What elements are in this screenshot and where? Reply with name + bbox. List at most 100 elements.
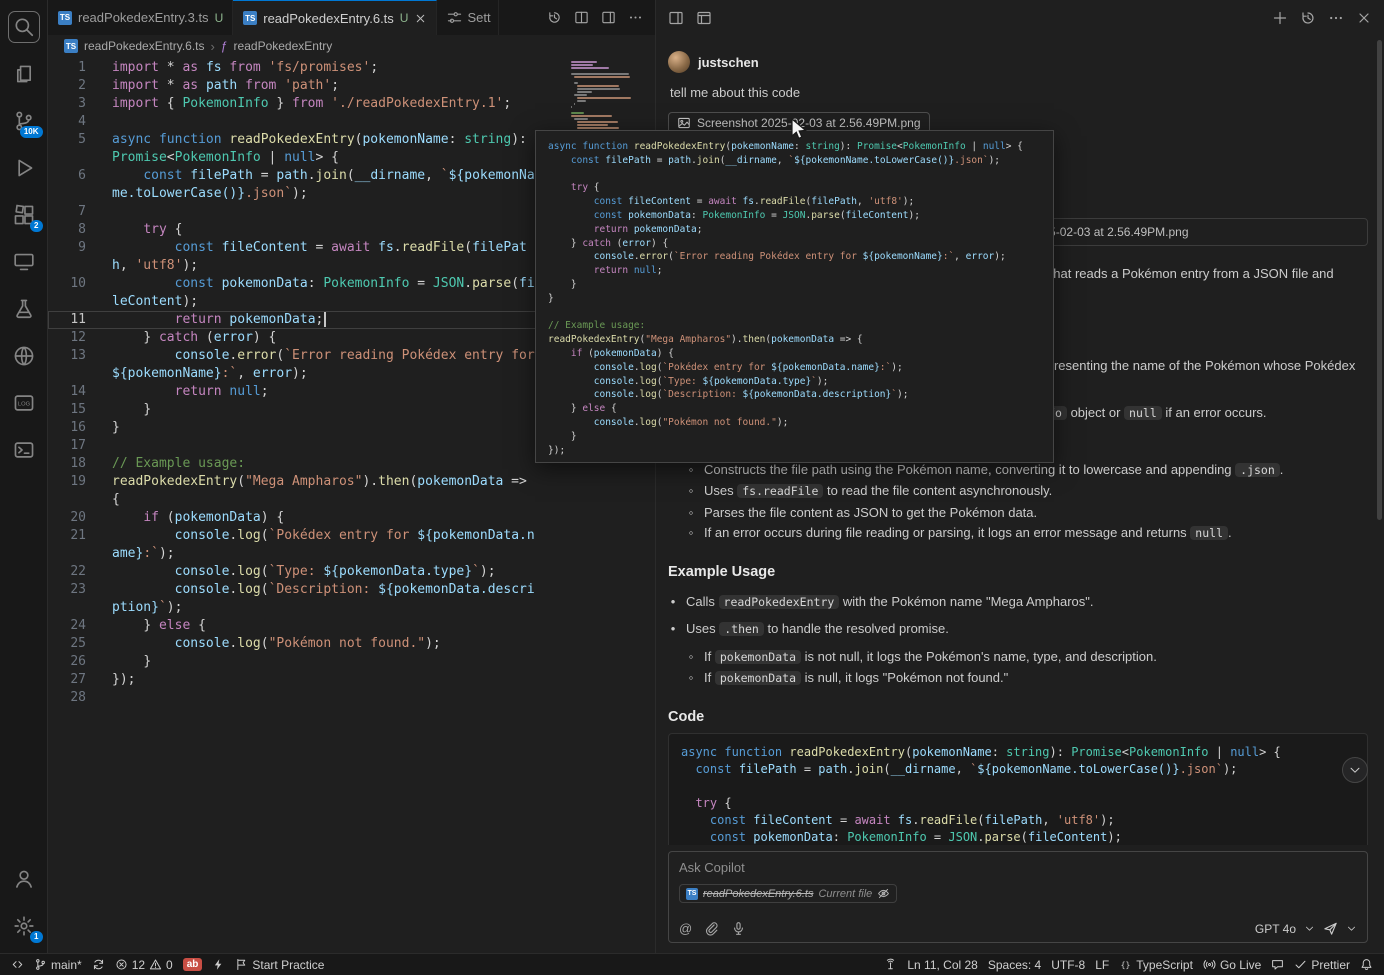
status-sync[interactable] bbox=[87, 954, 110, 975]
code-line-14[interactable]: 14 return null; bbox=[48, 383, 542, 401]
status-remote-indicator[interactable] bbox=[6, 954, 29, 975]
code-line-17[interactable]: 17 bbox=[48, 437, 542, 455]
code-line-7[interactable]: 7 bbox=[48, 203, 542, 221]
editor-action-history-icon[interactable] bbox=[547, 10, 562, 25]
code-line-25[interactable]: 25 console.log("Pokémon not found."); bbox=[48, 635, 542, 653]
activity-bar-item-ext[interactable]: 2 bbox=[2, 191, 46, 238]
status-ab-badge[interactable]: ab bbox=[178, 954, 208, 975]
chat-input-box[interactable]: Ask Copilot TS readPokedexEntry.6.ts Cur… bbox=[668, 851, 1368, 943]
response-bullet: •Uses .then to handle the resolved promi… bbox=[668, 619, 1368, 640]
chat-input-placeholder[interactable]: Ask Copilot bbox=[679, 860, 1357, 875]
line-content bbox=[110, 437, 540, 455]
chat-header-right bbox=[1272, 10, 1372, 26]
status-encoding[interactable]: UTF-8 bbox=[1046, 954, 1090, 975]
code-line-28[interactable]: 28 bbox=[48, 689, 542, 707]
breadcrumb-symbol[interactable]: readPokedexEntry bbox=[234, 39, 333, 53]
code-line-22[interactable]: 22 console.log(`Type: ${pokemonData.type… bbox=[48, 563, 542, 581]
status-feedback[interactable] bbox=[1266, 954, 1289, 975]
code-line-5[interactable]: 5async function readPokedexEntry(pokemon… bbox=[48, 131, 542, 167]
response-example-bullets: •Calls readPokedexEntry with the Pokémon… bbox=[668, 592, 1368, 689]
code-line-23[interactable]: 23 console.log(`Description: ${pokemonDa… bbox=[48, 581, 542, 617]
status-notifications[interactable] bbox=[1355, 954, 1378, 975]
send-button[interactable] bbox=[1323, 921, 1338, 936]
status-start-practice[interactable]: Start Practice bbox=[230, 954, 329, 975]
tab-settings[interactable]: Sett bbox=[437, 0, 499, 35]
code-line-6[interactable]: 6 const filePath = path.join(__dirname, … bbox=[48, 167, 542, 203]
close-tab-icon[interactable] bbox=[414, 12, 427, 25]
tab-readPokedexEntry.6.ts[interactable]: TSreadPokedexEntry.6.tsU bbox=[233, 0, 437, 35]
chat-layout-icon[interactable] bbox=[668, 10, 684, 26]
status-eol[interactable]: LF bbox=[1090, 954, 1114, 975]
activity-bar-item-termbox[interactable] bbox=[2, 426, 46, 473]
line-content: } else { bbox=[110, 617, 540, 635]
code-line-16[interactable]: 16} bbox=[48, 419, 542, 437]
code-line-27[interactable]: 27}); bbox=[48, 671, 542, 689]
attach-file-button[interactable] bbox=[704, 921, 719, 936]
code-line-9[interactable]: 9 const fileContent = await fs.readFile(… bbox=[48, 239, 542, 275]
activity-bar-item-gear[interactable]: 1 bbox=[2, 902, 46, 949]
activity-bar-item-logbox[interactable]: LOG bbox=[2, 379, 46, 426]
voice-input-button[interactable] bbox=[731, 921, 746, 936]
response-code-block[interactable]: async function readPokedexEntry(pokemonN… bbox=[668, 733, 1368, 845]
status-git-branch[interactable]: main* bbox=[29, 954, 87, 975]
editor-action-layout-icon[interactable] bbox=[601, 10, 616, 25]
code-line-10[interactable]: 10 const pokemonData: PokemonInfo = JSON… bbox=[48, 275, 542, 311]
code-line-3[interactable]: 3import { PokemonInfo } from './readPoke… bbox=[48, 95, 542, 113]
chevron-down-icon[interactable] bbox=[1304, 923, 1315, 934]
scroll-to-bottom-button[interactable] bbox=[1342, 757, 1368, 783]
code-line-11[interactable]: 11 return pokemonData; bbox=[48, 311, 542, 329]
code-line-18[interactable]: 18// Example usage: bbox=[48, 455, 542, 473]
mention-context-button[interactable]: @ bbox=[679, 921, 692, 936]
chat-more-icon[interactable] bbox=[1328, 10, 1344, 26]
activity-bar-item-globe[interactable] bbox=[2, 332, 46, 379]
send-options-chevron-icon[interactable] bbox=[1346, 923, 1357, 934]
activity-bar-item-account[interactable] bbox=[2, 855, 46, 902]
editor-action-more-icon[interactable] bbox=[628, 10, 643, 25]
status-ports[interactable] bbox=[879, 954, 902, 975]
activity-bar-item-scm[interactable]: 10K bbox=[2, 97, 46, 144]
paperclip-icon bbox=[704, 921, 719, 936]
status-power[interactable] bbox=[207, 954, 230, 975]
new-chat-icon[interactable] bbox=[1272, 10, 1288, 26]
code-line-8[interactable]: 8 try { bbox=[48, 221, 542, 239]
activity-bar-item-beaker[interactable] bbox=[2, 285, 46, 332]
activity-bar-item-remote[interactable] bbox=[2, 238, 46, 285]
chat-close-icon[interactable] bbox=[1356, 10, 1372, 26]
code-line-1[interactable]: 1import * as fs from 'fs/promises'; bbox=[48, 59, 542, 77]
status-go-live[interactable]: Go Live bbox=[1198, 954, 1266, 975]
model-picker[interactable]: GPT 4o bbox=[1255, 922, 1296, 936]
preview-code-line: const filePath = path.join(__dirname, `$… bbox=[548, 154, 1041, 168]
search-icon bbox=[9, 12, 39, 42]
open-chat-in-editor-icon[interactable] bbox=[696, 10, 712, 26]
code-line-12[interactable]: 12 } catch (error) { bbox=[48, 329, 542, 347]
context-chip[interactable]: TS readPokedexEntry.6.ts Current file bbox=[679, 884, 897, 903]
eye-off-icon[interactable] bbox=[877, 887, 890, 900]
chat-history-icon[interactable] bbox=[1300, 10, 1316, 26]
code-line-26[interactable]: 26 } bbox=[48, 653, 542, 671]
activity-bar-item-debug[interactable] bbox=[2, 144, 46, 191]
code-line-24[interactable]: 24 } else { bbox=[48, 617, 542, 635]
status-prettier[interactable]: Prettier bbox=[1289, 954, 1355, 975]
status-problems[interactable]: 120 bbox=[110, 954, 178, 975]
status-indentation[interactable]: Spaces: 4 bbox=[983, 954, 1046, 975]
code-line-21[interactable]: 21 console.log(`Pokédex entry for ${poke… bbox=[48, 527, 542, 563]
untracked-indicator: U bbox=[400, 11, 409, 25]
code-line-20[interactable]: 20 if (pokemonData) { bbox=[48, 509, 542, 527]
code-line-2[interactable]: 2import * as path from 'path'; bbox=[48, 77, 542, 95]
breadcrumb[interactable]: TS readPokedexEntry.6.ts › ƒ readPokedex… bbox=[48, 35, 655, 57]
code-line-19[interactable]: 19readPokedexEntry("Mega Ampharos").then… bbox=[48, 473, 542, 509]
tab-readPokedexEntry.3.ts[interactable]: TSreadPokedexEntry.3.tsU bbox=[48, 0, 233, 35]
breadcrumb-file[interactable]: readPokedexEntry.6.ts bbox=[84, 39, 205, 53]
line-content: return null; bbox=[110, 383, 540, 401]
code-line-4[interactable]: 4 bbox=[48, 113, 542, 131]
status-language[interactable]: {}TypeScript bbox=[1114, 954, 1198, 975]
code-line-13[interactable]: 13 console.error(`Error reading Pokédex … bbox=[48, 347, 542, 383]
editor-action-splitv-icon[interactable] bbox=[574, 10, 589, 25]
chat-scrollbar[interactable] bbox=[1377, 40, 1382, 520]
activity-bar-item-files[interactable] bbox=[2, 50, 46, 97]
activity-bar-item-search[interactable] bbox=[2, 3, 46, 50]
status-cursor-position[interactable]: Ln 11, Col 28 bbox=[902, 954, 983, 975]
code-line-15[interactable]: 15 } bbox=[48, 401, 542, 419]
bullet-text: If pokemonData is null, it logs "Pokémon… bbox=[704, 668, 1008, 689]
line-content: } bbox=[110, 653, 540, 671]
